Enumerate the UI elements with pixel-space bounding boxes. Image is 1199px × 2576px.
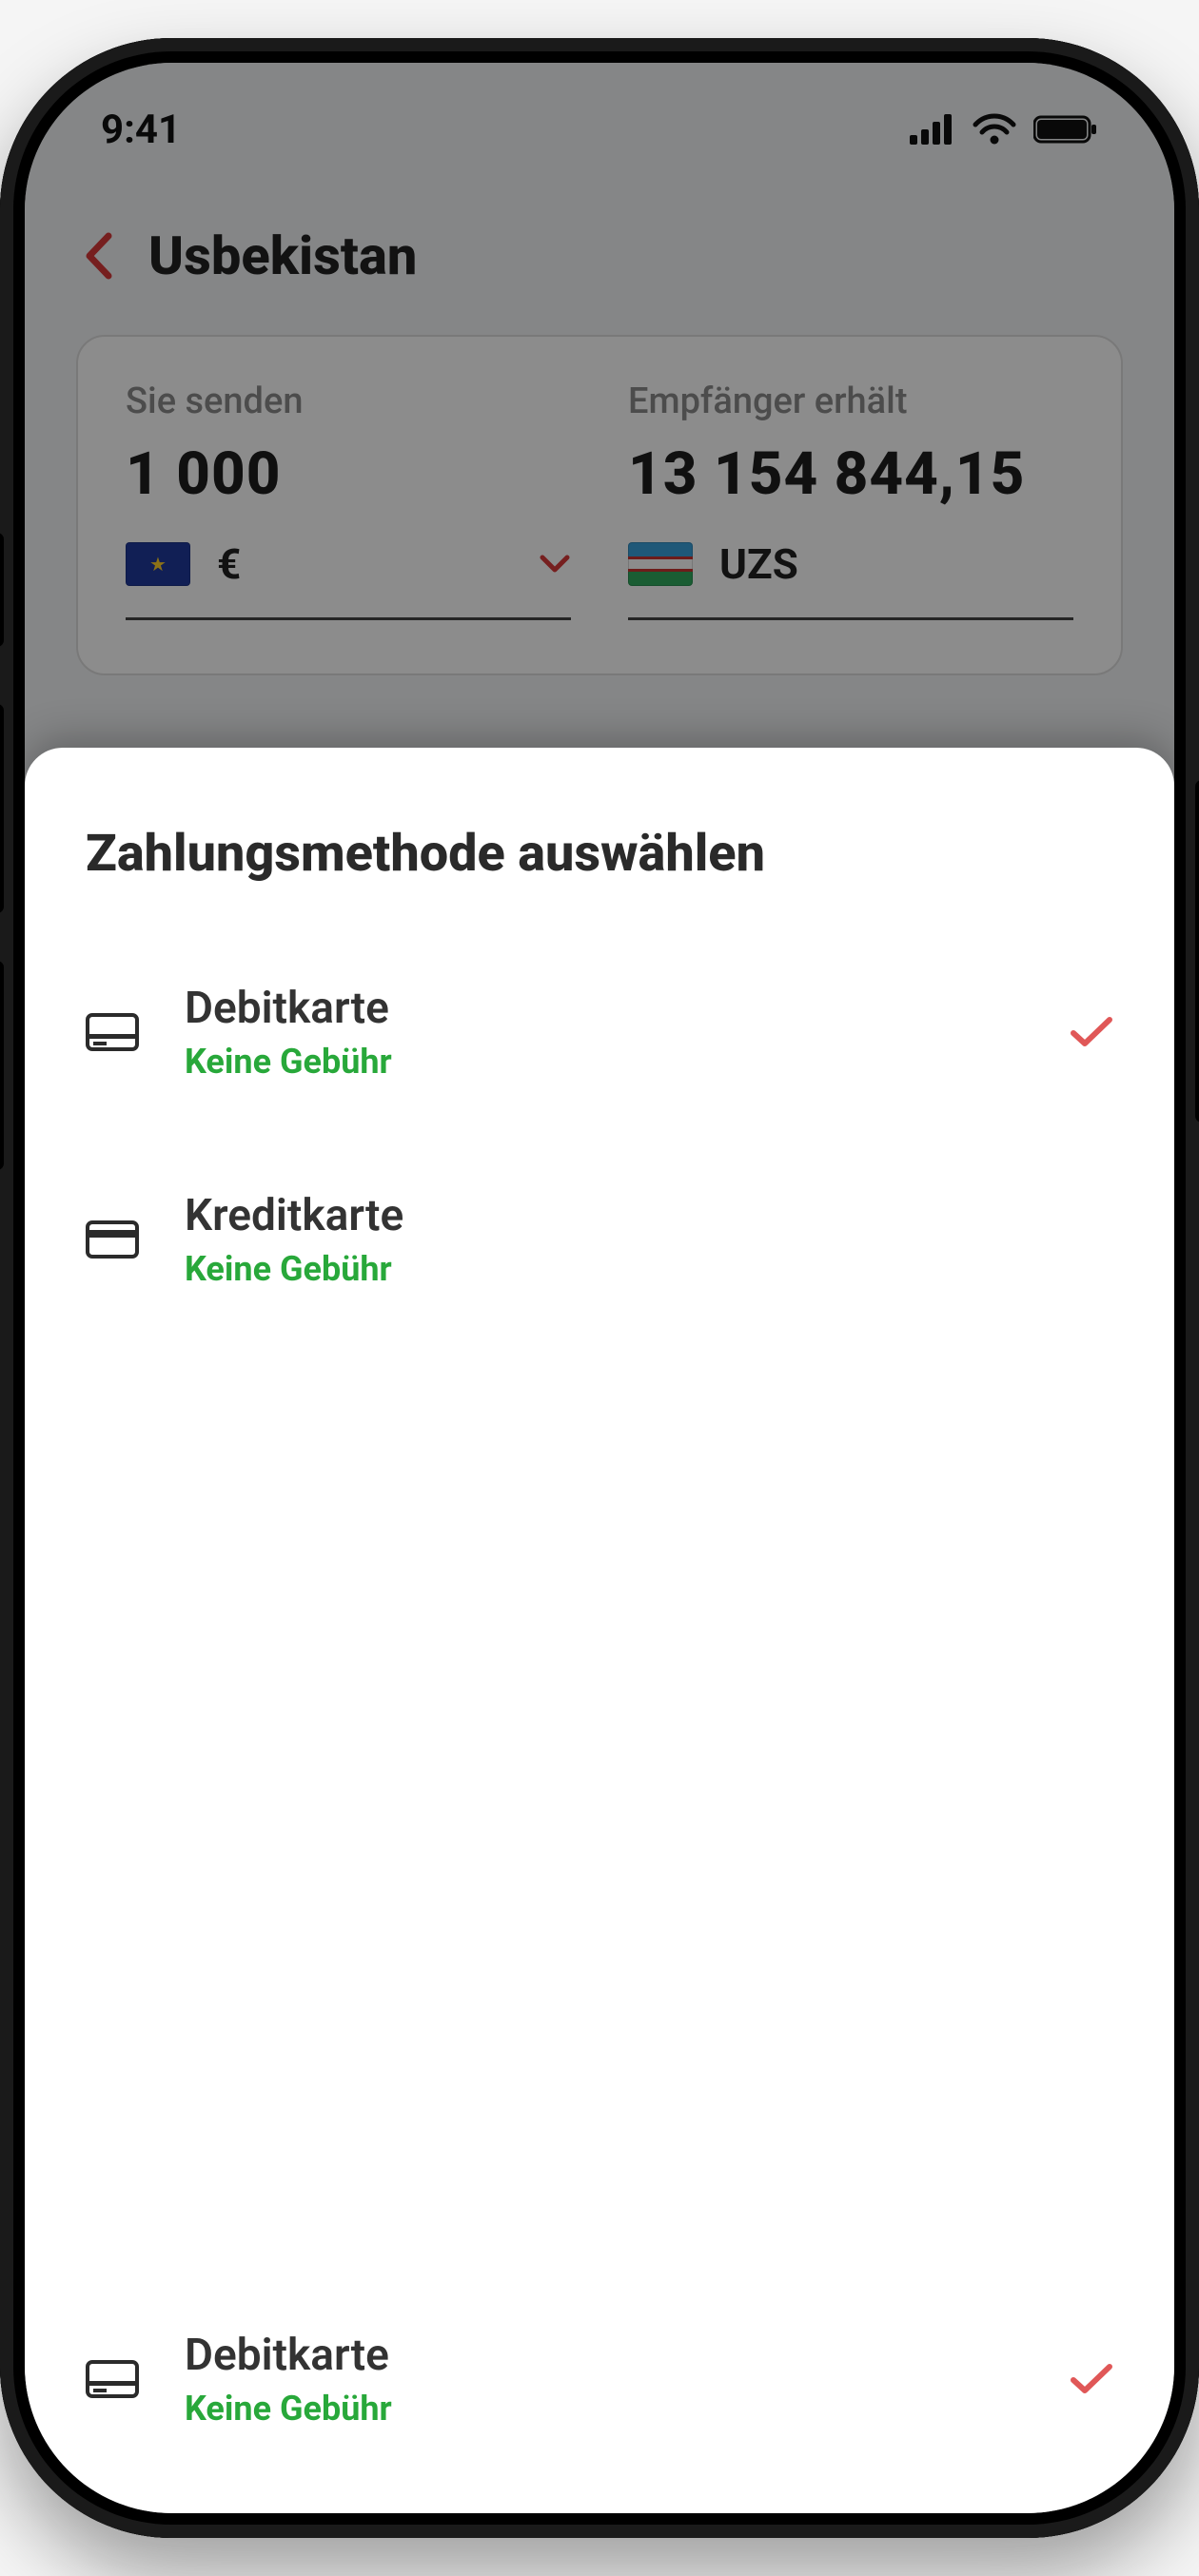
screen: 9:41 Usbekistan	[25, 63, 1174, 2513]
receive-label: Empfänger erhält	[628, 381, 1073, 422]
payment-option-fee: Keine Gebühr	[185, 1042, 1024, 1082]
receive-underline	[628, 617, 1073, 620]
wifi-icon	[973, 113, 1016, 146]
uz-flag-icon	[628, 542, 693, 586]
payment-option-name: Debitkarte	[185, 983, 1024, 1034]
send-currency-symbol: €	[217, 539, 241, 589]
send-label: Sie senden	[126, 381, 571, 422]
receive-amount: 13 154 844,15	[628, 439, 1073, 509]
amount-card: Sie senden 1 000 € Empfänger erhält 13 1…	[76, 335, 1123, 675]
back-icon[interactable]	[82, 230, 114, 282]
status-time: 9:41	[101, 107, 181, 153]
payment-option-fee: Keine Gebühr	[185, 2389, 1024, 2429]
sheet-title: Zahlungsmethode auswählen	[86, 824, 1113, 884]
volume-up-button	[0, 704, 4, 913]
power-button	[1195, 780, 1199, 1122]
payment-option-fee: Keine Gebühr	[185, 1249, 1113, 1289]
side-button	[0, 533, 4, 647]
page-title: Usbekistan	[148, 224, 417, 287]
send-underline	[126, 617, 571, 620]
chevron-down-icon	[539, 554, 571, 575]
receive-currency-code: UZS	[719, 539, 798, 589]
status-bar: 9:41	[25, 63, 1174, 186]
payment-option-debit[interactable]: Debitkarte Keine Gebühr	[86, 950, 1113, 1114]
payment-option-credit[interactable]: Kreditkarte Keine Gebühr	[86, 1158, 1113, 1321]
sheet-spacer	[86, 1365, 1113, 2297]
status-right	[910, 113, 1098, 146]
card-icon	[86, 1013, 139, 1051]
send-currency-selector[interactable]: €	[126, 539, 571, 589]
check-icon	[1070, 1015, 1113, 1049]
payment-method-sheet: Zahlungsmethode auswählen Debitkarte Kei…	[25, 748, 1174, 2513]
payment-option-debit[interactable]: Debitkarte Keine Gebühr	[86, 2297, 1113, 2461]
receive-column: Empfänger erhält 13 154 844,15 UZS	[628, 381, 1073, 620]
send-column: Sie senden 1 000 €	[126, 381, 571, 620]
send-amount[interactable]: 1 000	[126, 439, 571, 509]
receive-currency: UZS	[628, 539, 1073, 589]
battery-icon	[1033, 114, 1098, 145]
nav-header: Usbekistan	[25, 186, 1174, 335]
card-icon	[86, 1220, 139, 1259]
phone-frame: 9:41 Usbekistan	[0, 38, 1199, 2538]
check-icon	[1070, 2362, 1113, 2396]
volume-down-button	[0, 961, 4, 1170]
payment-option-name: Debitkarte	[185, 2330, 1024, 2381]
payment-option-name: Kreditkarte	[185, 1190, 1113, 1241]
payment-option-credit[interactable]: Kreditkarte Keine Gebühr	[86, 2505, 1113, 2513]
card-icon	[86, 2360, 139, 2398]
cellular-icon	[910, 114, 955, 145]
eu-flag-icon	[126, 542, 190, 586]
